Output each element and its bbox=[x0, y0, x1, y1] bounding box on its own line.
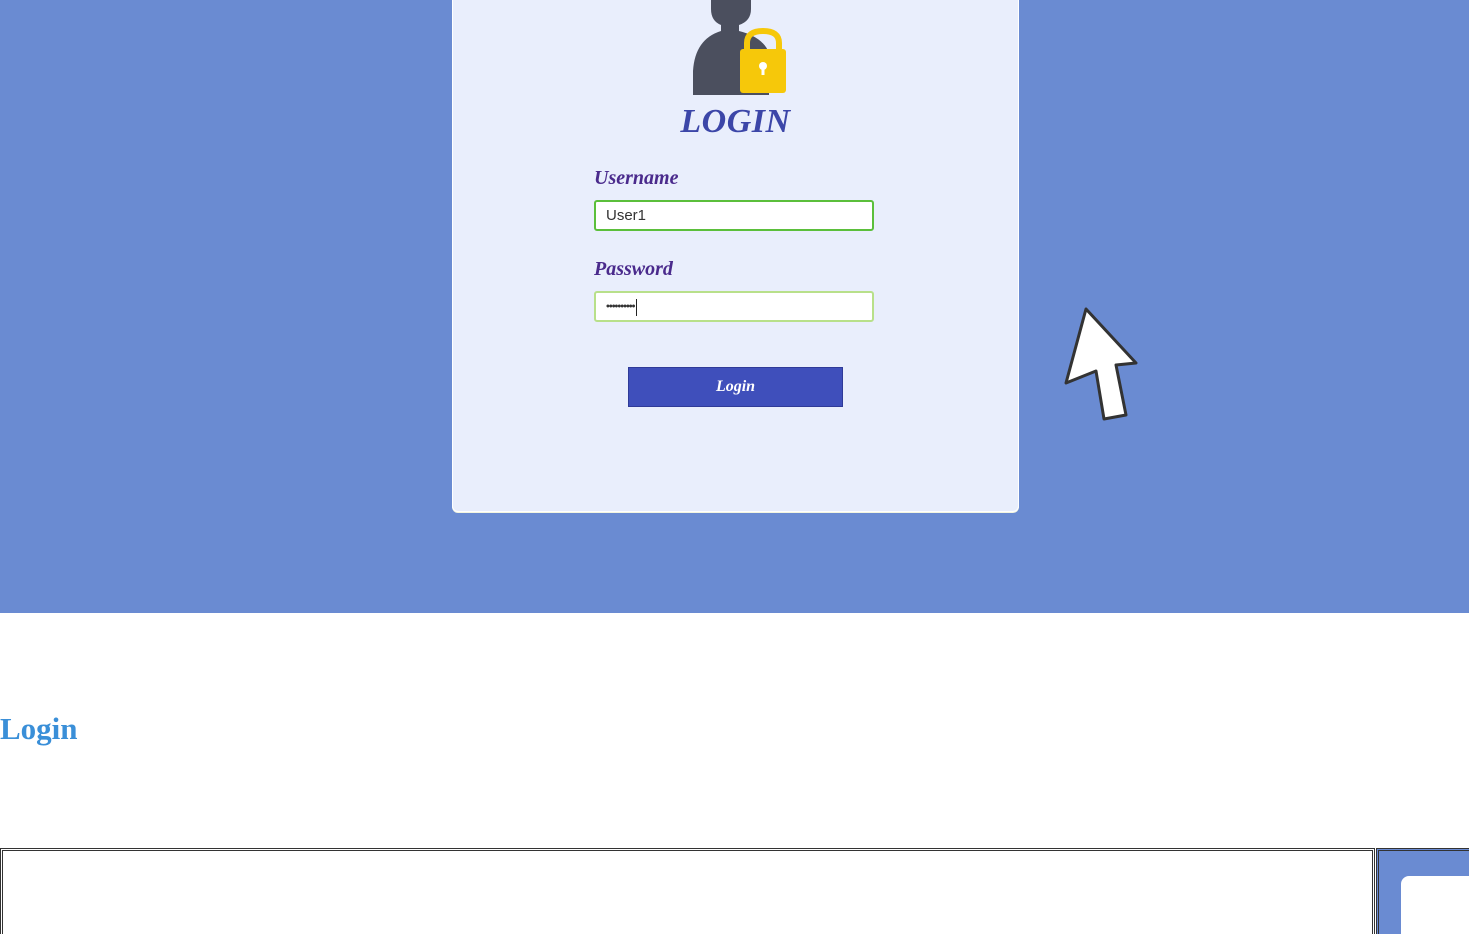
bottom-frame bbox=[0, 848, 1375, 934]
password-field[interactable]: •••••••••• bbox=[594, 291, 874, 322]
username-field[interactable]: User1 bbox=[594, 200, 874, 231]
password-label: Password bbox=[594, 258, 673, 280]
user-lock-icon bbox=[693, 0, 786, 95]
username-label: Username bbox=[594, 167, 679, 189]
username-value: User1 bbox=[606, 207, 647, 224]
mouse-pointer-icon bbox=[1064, 307, 1138, 421]
login-button[interactable]: Login bbox=[628, 367, 843, 407]
thumbnail-card bbox=[1401, 876, 1469, 934]
login-card: LOGIN Username User1 Password ••••••••••… bbox=[452, 0, 1019, 512]
login-heading: LOGIN bbox=[680, 103, 791, 140]
text-caret bbox=[635, 298, 637, 316]
password-masked-value: •••••••••• bbox=[606, 300, 635, 313]
bottom-thumbnail[interactable] bbox=[1376, 848, 1469, 934]
page: LOGIN Username User1 Password ••••••••••… bbox=[0, 0, 1469, 934]
login-illustration: LOGIN Username User1 Password ••••••••••… bbox=[0, 0, 1469, 613]
login-link[interactable]: Login bbox=[0, 711, 78, 747]
